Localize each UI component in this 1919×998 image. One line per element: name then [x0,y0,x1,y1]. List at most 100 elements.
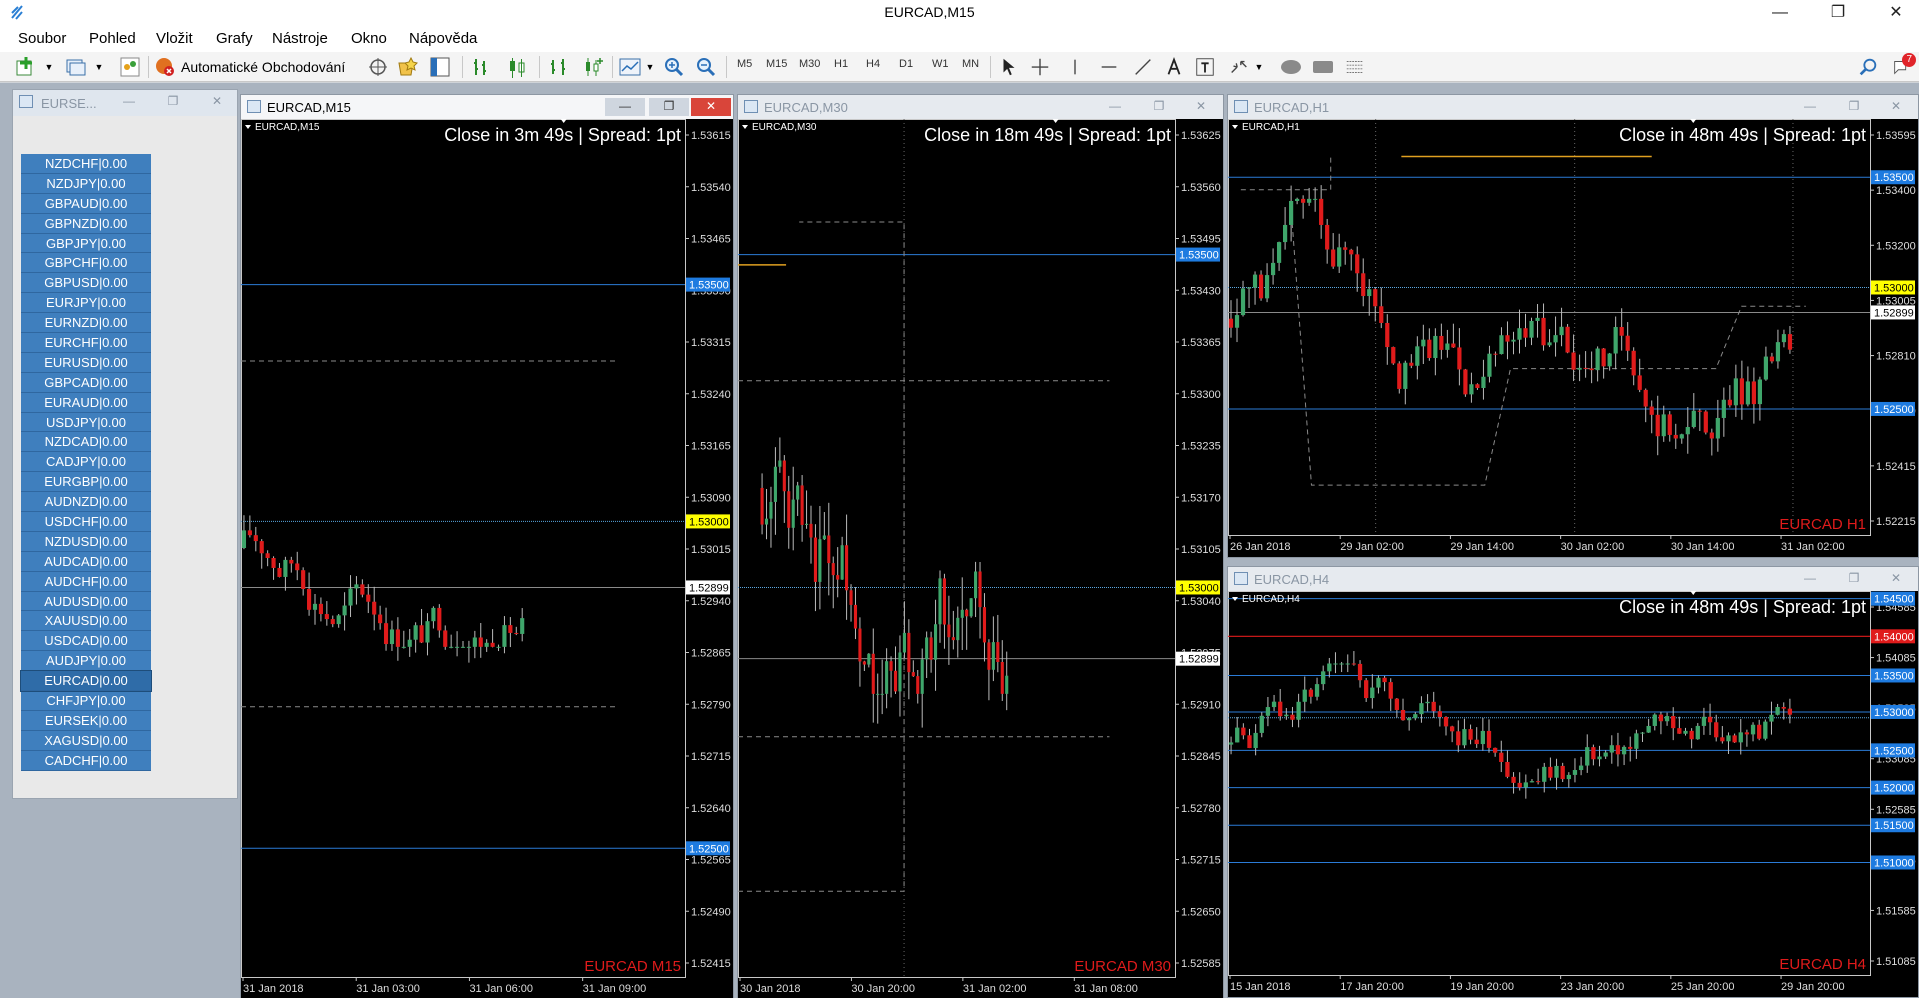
market-watch-title-bar[interactable]: EURSE... — ❐ ✕ [13,90,237,116]
candle-body[interactable] [330,619,335,625]
symbol-row[interactable]: AUDUSD|0.00 [21,591,151,612]
chevron-down-icon[interactable]: ▼ [94,55,104,79]
candle-body[interactable] [960,609,964,618]
candle-body[interactable] [1619,326,1624,336]
candlestick-chart-icon[interactable] [505,55,529,79]
candle-body[interactable] [1327,663,1332,672]
candle-body[interactable] [401,646,406,648]
candle-body[interactable] [472,637,477,647]
candle-body[interactable] [1671,716,1676,729]
symbol-row[interactable]: EURJPY|0.00 [21,293,151,314]
candle-body[interactable] [1321,671,1326,685]
candle-body[interactable] [898,652,902,692]
candle-body[interactable] [978,571,982,608]
symbol-row[interactable]: EURNZD|0.00 [21,313,151,334]
symbol-row[interactable]: XAUUSD|0.00 [21,611,151,632]
menu-grafy[interactable]: Grafy [216,30,253,47]
candle-body[interactable] [1463,369,1468,395]
candle-body[interactable] [508,625,513,633]
candle-body[interactable] [1397,363,1402,389]
candle-body[interactable] [818,539,822,582]
candle-body[interactable] [1345,663,1350,665]
candle-body[interactable] [1750,724,1756,735]
candle-body[interactable] [1439,335,1444,350]
candle-body[interactable] [431,607,436,622]
candle-body[interactable] [1313,198,1318,200]
candle-body[interactable] [911,672,915,677]
chart-window-eurcad-h1[interactable]: EURCAD,H1— ❐ ✕ 1.53595 1.53400 1.53200 1.53005… [1227,94,1919,558]
candle-body[interactable] [1609,745,1614,753]
candle-body[interactable] [1625,335,1630,351]
candle-body[interactable] [1505,761,1510,777]
candle-body[interactable] [1343,247,1348,250]
candle-body[interactable] [259,541,264,554]
candle-body[interactable] [348,588,353,606]
menu-vlozit[interactable]: Vložit [156,30,193,47]
candle-body[interactable] [1707,716,1713,723]
candle-body[interactable] [1295,198,1300,201]
candle-body[interactable] [1425,701,1430,704]
candle-body[interactable] [1228,742,1234,745]
candle-body[interactable] [1667,414,1672,435]
candle-body[interactable] [419,625,424,643]
zoom-in-icon[interactable] [662,55,686,79]
symbol-row[interactable]: EURCHF|0.00 [21,333,151,353]
candle-body[interactable] [880,693,884,695]
candle-body[interactable] [1571,352,1576,370]
candle-body[interactable] [804,523,809,525]
symbol-row[interactable]: GBPUSD|0.00 [21,273,151,294]
candle-body[interactable] [1284,714,1289,717]
candle-body[interactable] [307,588,312,610]
candle-body[interactable] [1413,714,1418,719]
candle-body[interactable] [1000,662,1004,694]
symbol-row[interactable]: EURAUD|0.00 [21,392,151,413]
candle-body[interactable] [1613,326,1618,354]
candle-body[interactable] [1409,362,1414,366]
candle-view-icon[interactable] [580,55,604,79]
candle-body[interactable] [1403,362,1408,389]
candle-body[interactable] [1376,677,1381,688]
symbol-row[interactable]: GBPCHF|0.00 [21,253,151,274]
candle-body[interactable] [836,575,840,580]
candle-body[interactable] [484,642,489,647]
chart-canvas[interactable]: 1.53625 1.53560 1.53495 1.53430 1.53365 1.533… [738,119,1221,997]
algo-trading-icon[interactable] [153,55,177,79]
candle-body[interactable] [1469,384,1474,395]
candle-body[interactable] [1394,698,1400,710]
candle-body[interactable] [1270,262,1276,276]
candle-body[interactable] [769,501,773,519]
candle-body[interactable] [407,639,412,647]
symbol-row[interactable]: CADCHF|0.00 [21,750,151,771]
symbol-row[interactable]: EURCAD|0.00 [20,670,152,693]
candle-body[interactable] [1475,384,1480,388]
trend-line-icon[interactable] [1132,55,1154,79]
candle-body[interactable] [1246,287,1252,289]
chevron-down-icon[interactable]: ▼ [1254,55,1264,79]
candle-body[interactable] [800,485,804,525]
candle-body[interactable] [1661,414,1666,437]
candle-body[interactable] [1370,687,1375,699]
candle-body[interactable] [1655,414,1660,437]
candle-body[interactable] [1493,353,1498,355]
candle-body[interactable] [1628,746,1633,749]
crosshair-icon[interactable] [366,55,390,79]
maximize-button[interactable]: ❐ [1815,0,1861,26]
candle-body[interactable] [1296,701,1301,720]
candle-body[interactable] [1517,328,1522,340]
candle-body[interactable] [1769,356,1775,362]
candle-body[interactable] [1433,335,1438,359]
candle-body[interactable] [1228,318,1234,328]
candle-body[interactable] [1234,315,1240,328]
candle-body[interactable] [1253,732,1258,749]
candle-body[interactable] [289,559,294,564]
candle-body[interactable] [366,594,371,602]
candle-body[interactable] [916,676,920,694]
candle-body[interactable] [791,499,795,528]
candle-body[interactable] [1437,711,1443,717]
chart-window-eurcad-m30[interactable]: EURCAD,M30 — ❐ ✕ 1.53625 1.53560 1.53495 1.5343… [737,94,1224,998]
chart-title-bar[interactable]: EURCAD,H4 — ❐ ✕ [1228,567,1918,591]
candle-body[interactable] [876,693,880,695]
menu-soubor[interactable]: Soubor [18,30,66,47]
candle-body[interactable] [845,545,849,591]
candle-body[interactable] [1646,725,1651,733]
